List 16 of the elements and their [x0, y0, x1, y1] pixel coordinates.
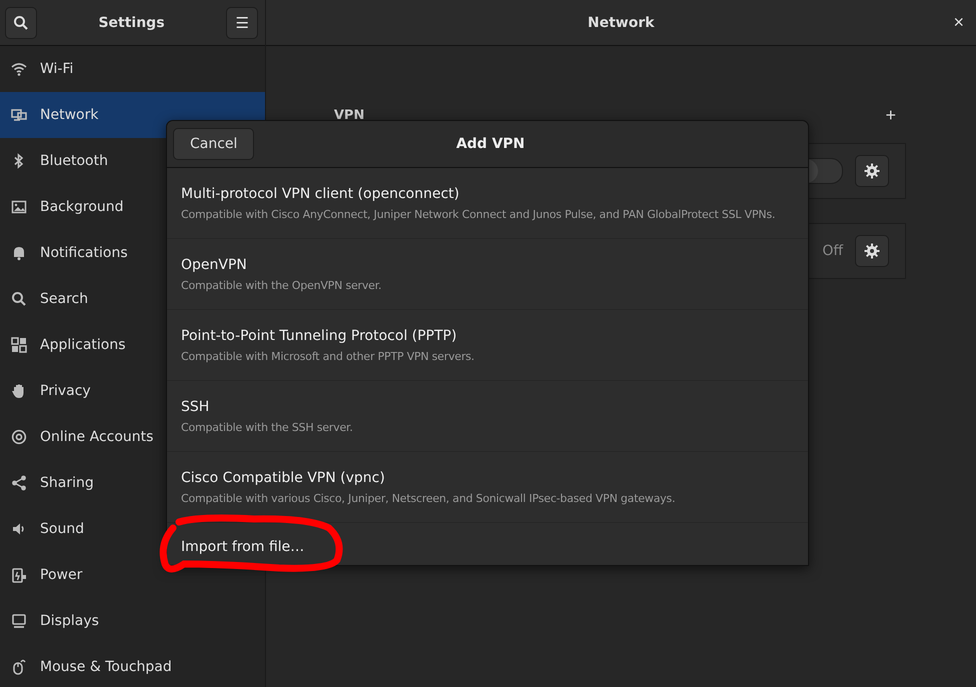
option-title: SSH [181, 398, 210, 414]
sidebar-title: Settings [98, 14, 165, 30]
section-title: VPN [334, 108, 364, 122]
option-description: Compatible with Microsoft and other PPTP VPN servers. [181, 350, 474, 362]
option-description: Compatible with the SSH server. [181, 420, 353, 434]
option-description: Compatible with Cisco AnyConnect, Juniper Network Connect and Junos Pulse, and PAN GlobalProtect SSL VPNs. [181, 208, 776, 220]
option-title: Import from file… [181, 539, 304, 555]
status-text: Off [822, 243, 843, 259]
option-title: Point-to-Point Tunneling Protocol (PPTP) [181, 328, 457, 344]
option-title: Multi-protocol VPN client (openconnect) [181, 186, 460, 202]
dialog-title: Add VPN [456, 136, 525, 152]
page-title: Network [588, 14, 654, 30]
option-title: Cisco Compatible VPN (vpnc) [181, 470, 385, 486]
option-description: Compatible with various Cisco, Juniper, Netscreen, and Sonicwall IPsec-based VPN gateways. [181, 492, 676, 504]
option-description: Compatible with the OpenVPN server. [181, 278, 382, 292]
option-title: OpenVPN [181, 256, 247, 272]
